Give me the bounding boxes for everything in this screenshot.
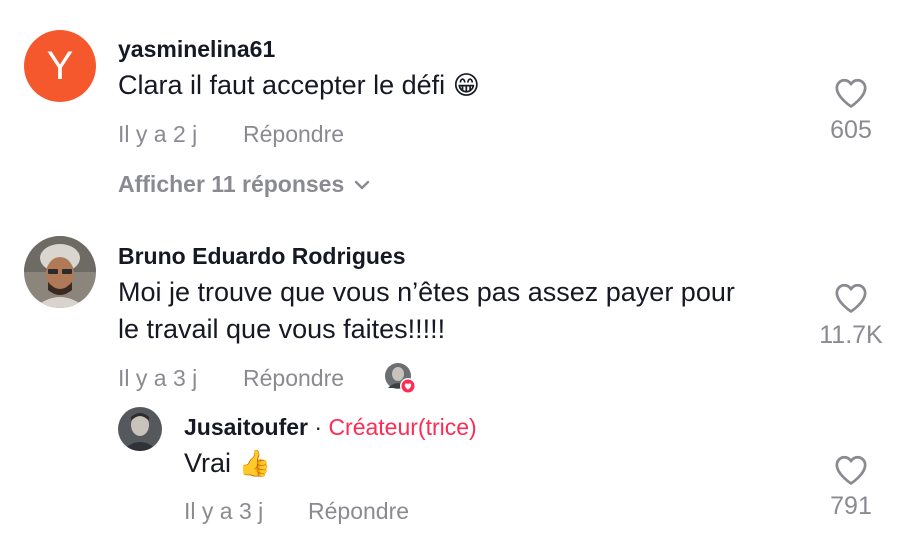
thumbs-up-emoji-icon: 👍 <box>238 448 271 478</box>
grinning-emoji-icon: 😁 <box>452 70 480 100</box>
comment-text: Clara il faut accepter le défi 😁 <box>118 66 480 105</box>
avatar[interactable]: Y <box>24 30 96 102</box>
comment-text-line-2: le travail que vous faites!!!!! <box>118 314 446 344</box>
like-heart-icon[interactable] <box>834 454 868 486</box>
like-heart-icon[interactable] <box>834 77 868 109</box>
avatar-letter: Y <box>46 43 74 88</box>
comment-text-line-1: Moi je trouve que vous n’êtes pas assez … <box>118 277 735 307</box>
separator-dot: · <box>314 414 323 440</box>
like-count: 605 <box>830 116 872 144</box>
like-count: 11.7K <box>819 321 883 349</box>
comment-time: Il y a 3 j <box>118 365 198 391</box>
comment-username[interactable]: Bruno Eduardo Rodrigues <box>118 243 406 270</box>
like-heart-icon[interactable] <box>834 282 868 314</box>
avatar[interactable] <box>24 236 96 308</box>
reply-button[interactable]: Répondre <box>308 498 409 525</box>
creator-liked-avatar <box>384 362 418 396</box>
reply-text-body: Vrai <box>184 448 232 478</box>
view-replies-label: Afficher 11 réponses <box>118 171 345 197</box>
avatar[interactable] <box>118 407 162 451</box>
reply-username-line: Jusaitoufer · Créateur(trice) <box>184 414 477 441</box>
comment-time: Il y a 2 j <box>118 121 198 147</box>
reply-time: Il y a 3 j <box>184 498 264 524</box>
reply-button[interactable]: Répondre <box>243 121 344 148</box>
chevron-down-icon <box>355 180 370 189</box>
comment-text-body: Clara il faut accepter le défi <box>118 70 446 100</box>
like-count: 791 <box>830 492 872 520</box>
creator-badge: Créateur(trice) <box>328 414 477 440</box>
view-replies-button[interactable]: Afficher 11 réponses <box>118 171 370 198</box>
reply-text: Vrai 👍 <box>184 444 271 483</box>
reply-button[interactable]: Répondre <box>243 365 344 392</box>
comment-username[interactable]: yasminelina61 <box>118 36 275 63</box>
reply-username[interactable]: Jusaitoufer <box>184 414 308 440</box>
